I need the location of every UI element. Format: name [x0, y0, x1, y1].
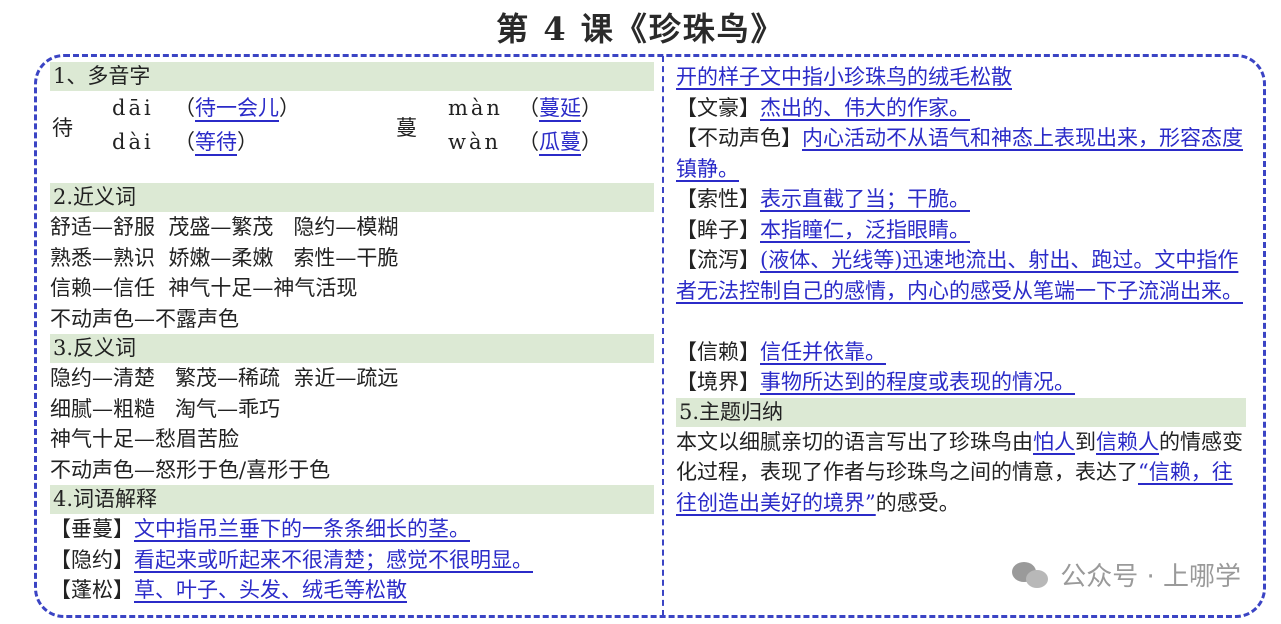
term: 【不动声色】: [676, 126, 802, 150]
synonym-line: 熟悉—熟识 娇嫩—柔嫩 索性—干脆: [50, 245, 399, 270]
page-title: 第 4 课《珍珠鸟》: [496, 10, 785, 48]
term: 【垂蔓】: [50, 517, 134, 541]
definition-text: 表示直截了当；干脆。: [760, 187, 970, 211]
synonym-line: 舒适—舒服 茂盛—繁茂 隐约—模糊: [50, 215, 399, 239]
example-word: 瓜蔓: [539, 130, 581, 156]
term: 【信赖】: [676, 339, 760, 364]
section-heading-antonyms: 3.反义词: [50, 334, 654, 363]
theme-paragraph: 本文以细腻亲切的语言写出了珍珠鸟由怕人到信赖人的情感变化过程，表现了作者与珍珠鸟…: [676, 427, 1246, 519]
example-word: 等待: [195, 130, 237, 156]
definition-item: 【文豪】杰出的、伟大的作家。: [676, 93, 1246, 124]
antonym-line: 神气十足—愁眉苦脸: [50, 427, 239, 451]
paren: （瓜蔓）: [518, 130, 602, 156]
antonym-line: 不动声色—怒形于色/喜形于色: [50, 457, 331, 482]
pinyin: dài: [112, 130, 154, 154]
definition-item: 【垂蔓】文中指吊兰垂下的一条条细长的茎。: [50, 514, 654, 545]
definition-item: 【境界】事物所达到的程度或表现的情况。: [676, 367, 1246, 398]
pinyin: màn: [448, 96, 503, 120]
term: 【蓬松】: [50, 578, 134, 602]
theme-text: 到: [1075, 429, 1096, 454]
paren: （待一会儿）: [174, 96, 300, 122]
polyphone-char: 待: [52, 116, 73, 140]
theme-text: 本文以细腻亲切的语言写出了珍珠鸟由: [676, 429, 1033, 454]
definition-item: 【眸子】本指瞳仁，泛指眼睛。: [676, 215, 1246, 246]
section-heading-theme: 5.主题归纳: [676, 397, 1246, 427]
pinyin: dāi: [112, 96, 154, 120]
polyphone-char: 蔓: [396, 116, 417, 140]
watermark: 公众号 · 上哪学: [1012, 556, 1241, 593]
term: 【文豪】: [676, 95, 760, 120]
theme-text: 的感受。: [875, 490, 960, 515]
section-heading-definitions: 4.词语解释: [50, 485, 654, 514]
definition-text: (液体、光线等)迅速地流出、射出、跑过。文中指作者无法控制自己的感情，内心的感受…: [676, 248, 1243, 303]
term: 【索性】: [676, 187, 760, 211]
paren: （等待）: [174, 130, 258, 156]
definition-item: 【索性】表示直截了当；干脆。: [676, 184, 1246, 215]
definition-item: 【不动声色】内心活动不从语气和神态上表现出来，形容态度镇静。: [676, 123, 1246, 184]
definition-text: 开的样子文中指小珍珠鸟的绒毛松散: [676, 65, 1012, 89]
term: 【眸子】: [676, 217, 760, 242]
polyphone-block: 待 dāi （待一会儿） dài （等待） 蔓 màn （蔓延） wàn （瓜蔓…: [50, 91, 654, 183]
example-word: 蔓延: [539, 96, 581, 122]
definition-continuation: 开的样子文中指小珍珠鸟的绒毛松散: [676, 62, 1246, 93]
definition-text: 文中指吊兰垂下的一条条细长的茎。: [134, 517, 470, 541]
term: 【流泻】: [676, 248, 760, 272]
definition-text: 信任并依靠。: [760, 339, 886, 364]
section-heading-polyphone: 1、多音字: [50, 62, 654, 91]
right-column: 开的样子文中指小珍珠鸟的绒毛松散 【文豪】杰出的、伟大的作家。 【不动声色】内心…: [676, 62, 1246, 518]
left-column: 1、多音字 待 dāi （待一会儿） dài （等待） 蔓 màn （蔓延） w…: [50, 62, 654, 606]
column-divider: [662, 56, 664, 616]
definition-item: 【蓬松】草、叶子、头发、绒毛等松散: [50, 575, 654, 606]
watermark-text: 公众号 · 上哪学: [1060, 562, 1241, 592]
definition-item: 【隐约】看起来或听起来不很清楚；感觉不很明显。: [50, 545, 654, 576]
wechat-icon: [1012, 560, 1052, 590]
antonym-line: 隐约—清楚 繁茂—稀疏 亲近—疏远: [50, 366, 399, 390]
paren: （蔓延）: [518, 96, 602, 122]
definition-text: 草、叶子、头发、绒毛等松散: [134, 578, 407, 602]
section-heading-synonyms: 2.近义词: [50, 183, 654, 212]
antonym-line: 细腻—粗糙 淘气—乖巧: [50, 396, 281, 421]
definition-item: 【流泻】(液体、光线等)迅速地流出、射出、跑过。文中指作者无法控制自己的感情，内…: [676, 245, 1246, 337]
theme-keyword: 信赖人: [1096, 429, 1159, 454]
theme-keyword: 怕人: [1033, 429, 1075, 454]
synonym-line: 不动声色—不露声色: [50, 306, 239, 331]
definition-text: 看起来或听起来不很清楚；感觉不很明显。: [134, 547, 533, 572]
example-word: 待一会儿: [195, 96, 279, 122]
definition-text: 事物所达到的程度或表现的情况。: [760, 370, 1075, 394]
pinyin: wàn: [448, 130, 502, 154]
term: 【境界】: [676, 370, 760, 394]
term: 【隐约】: [50, 547, 134, 572]
synonym-line: 信赖—信任 神气十足—神气活现: [50, 276, 358, 300]
definition-item: 【信赖】信任并依靠。: [676, 337, 1246, 368]
definition-text: 杰出的、伟大的作家。: [760, 95, 970, 120]
definition-text: 本指瞳仁，泛指眼睛。: [760, 217, 970, 242]
